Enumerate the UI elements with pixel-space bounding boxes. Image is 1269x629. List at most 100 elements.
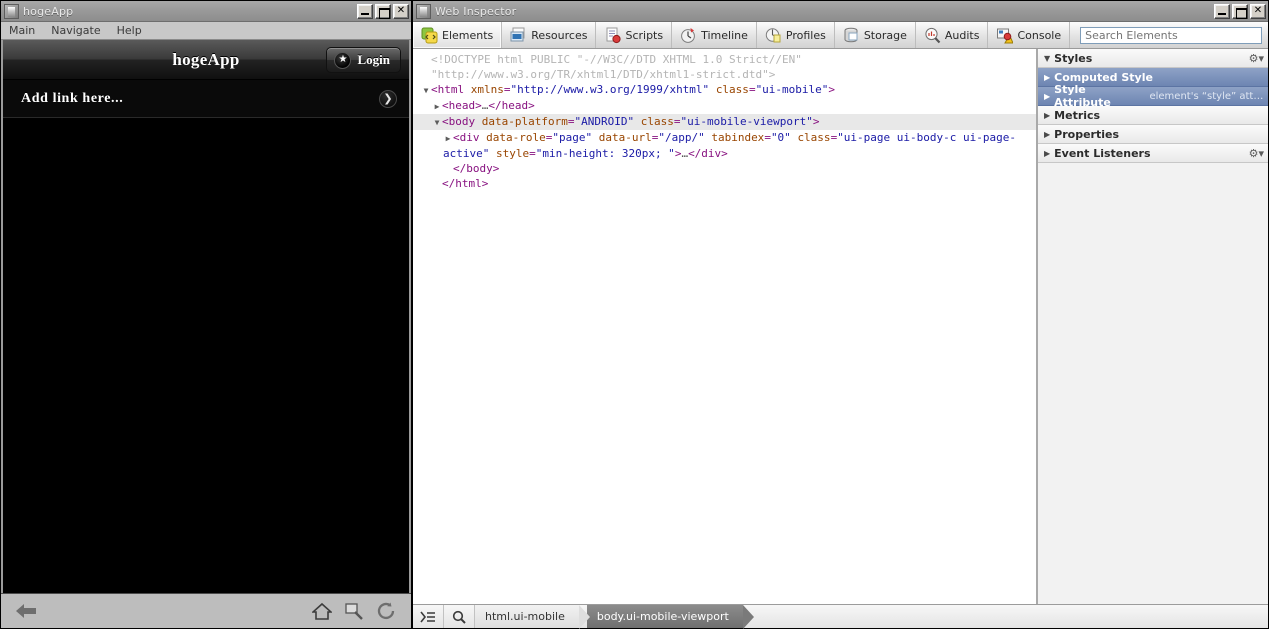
- dom-token: <head>: [442, 99, 482, 112]
- tab-timeline-label: Timeline: [701, 28, 748, 42]
- dom-token: [634, 115, 641, 128]
- tab-audits[interactable]: Audits: [916, 22, 989, 48]
- dom-node-doctype[interactable]: <!DOCTYPE html PUBLIC "-//W3C//DTD XHTML…: [413, 52, 1036, 67]
- dom-token: [592, 131, 599, 144]
- close-button[interactable]: ✕: [393, 3, 409, 19]
- disclosure-triangle-icon[interactable]: ▶: [1044, 130, 1050, 139]
- app-bottom-toolbar: [1, 593, 411, 628]
- disclosure-triangle-icon[interactable]: ▶: [1044, 92, 1050, 101]
- styles-section-label: Styles: [1054, 51, 1093, 65]
- magnifier-icon[interactable]: [341, 598, 367, 624]
- menu-item-help[interactable]: Help: [117, 24, 142, 37]
- styles-sections: ▼ Styles ⚙▾ ▶ Computed Style ▶ Style Attribute…: [1038, 49, 1268, 163]
- tab-scripts[interactable]: Scripts: [596, 22, 673, 48]
- dom-token: "ui-mobile": [755, 83, 829, 96]
- disclosure-triangle-icon[interactable]: ▶: [1044, 149, 1050, 158]
- login-button-label: Login: [357, 52, 390, 67]
- dom-token: "page": [552, 131, 593, 144]
- menu-item-main[interactable]: Main: [9, 24, 35, 37]
- tab-elements[interactable]: Elements: [413, 22, 503, 48]
- tab-timeline[interactable]: Timeline: [672, 22, 757, 48]
- tab-resources-label: Resources: [531, 28, 588, 42]
- styles-section-properties[interactable]: ▶ Properties: [1038, 125, 1268, 144]
- minimize-button[interactable]: [1214, 3, 1230, 19]
- dom-tree[interactable]: <!DOCTYPE html PUBLIC "-//W3C//DTD XHTML…: [413, 49, 1037, 604]
- inspector-panel-tabs: Elements Resources Scripts Timeline Prof: [413, 22, 1268, 49]
- tab-storage[interactable]: Storage: [835, 22, 916, 48]
- dom-token: </html>: [442, 177, 489, 190]
- dock-to-side-icon[interactable]: [413, 605, 444, 628]
- tab-audits-label: Audits: [944, 28, 980, 42]
- profiles-icon: [765, 27, 782, 44]
- disclosure-triangle-icon[interactable]: ▶: [1044, 111, 1050, 120]
- styles-section-styles[interactable]: ▼ Styles ⚙▾: [1038, 49, 1268, 68]
- dom-token: data-role: [486, 131, 546, 144]
- menu-item-navigate[interactable]: Navigate: [51, 24, 100, 37]
- minimize-button[interactable]: [357, 3, 373, 19]
- dom-token: =: [748, 83, 756, 96]
- inspector-window: Web Inspector ✕ Elements Resources Scrip…: [412, 0, 1269, 629]
- tab-profiles-label: Profiles: [785, 28, 826, 42]
- disclosure-triangle-icon[interactable]: ▶: [1044, 73, 1050, 82]
- dom-token: data-platform: [481, 115, 568, 128]
- styles-section-style-attribute[interactable]: ▶ Style Attribute element's “style” attri⋯: [1038, 83, 1268, 109]
- maximize-button[interactable]: [375, 3, 391, 19]
- dom-token: </body>: [453, 162, 500, 175]
- breadcrumb-item[interactable]: body.ui-mobile-viewport: [586, 605, 754, 629]
- timeline-icon: [680, 27, 697, 44]
- tab-console-label: Console: [1017, 28, 1062, 42]
- dom-node-body-close[interactable]: </body>: [413, 161, 1036, 176]
- gear-icon[interactable]: ⚙▾: [1249, 52, 1264, 65]
- login-button[interactable]: ★ Login: [326, 47, 401, 73]
- breadcrumb-item[interactable]: html.ui-mobile: [475, 605, 590, 629]
- maximize-button[interactable]: [1232, 3, 1248, 19]
- dom-token: =: [503, 83, 511, 96]
- back-icon[interactable]: [13, 598, 39, 624]
- disclosure-triangle-icon[interactable]: ▼: [1044, 54, 1050, 63]
- styles-section-metrics[interactable]: ▶ Metrics: [1038, 106, 1268, 125]
- scripts-icon: [604, 27, 622, 44]
- dom-token: [489, 147, 496, 160]
- app-titlebar[interactable]: hogeApp ✕: [1, 1, 411, 22]
- dom-token: <!DOCTYPE html PUBLIC "-//W3C//DTD XHTML…: [431, 53, 802, 66]
- search-input[interactable]: [1080, 26, 1262, 44]
- disclosure-triangle-icon[interactable]: ▶: [432, 99, 442, 114]
- dom-node-head[interactable]: ▶ <head>…</head>: [413, 98, 1036, 114]
- dom-node-html-open[interactable]: ▼ <html xmlns="http://www.w3.org/1999/xht…: [413, 82, 1036, 98]
- dom-token: >: [812, 115, 820, 128]
- styles-section-event-listeners[interactable]: ▶ Event Listeners ⚙▾: [1038, 144, 1268, 163]
- dom-token: "ANDROID": [574, 115, 635, 128]
- tab-profiles[interactable]: Profiles: [757, 22, 835, 48]
- dom-token: class: [640, 115, 674, 128]
- dom-node-div-page[interactable]: ▶ <div data-role="page" data-url="/app/" …: [413, 130, 1036, 161]
- star-icon: ★: [334, 51, 352, 69]
- status-magnifier-icon[interactable]: [444, 605, 475, 628]
- disclosure-triangle-icon[interactable]: ▼: [421, 83, 431, 98]
- tab-resources[interactable]: Resources: [502, 22, 597, 48]
- dom-token: =: [764, 131, 771, 144]
- tab-scripts-label: Scripts: [625, 28, 664, 42]
- dom-node-body-open[interactable]: ▼ <body data-platform="ANDROID" class="ui…: [413, 114, 1036, 130]
- dom-token: class: [715, 83, 749, 96]
- inspector-titlebar[interactable]: Web Inspector ✕: [413, 1, 1268, 22]
- disclosure-triangle-icon[interactable]: ▶: [443, 131, 453, 146]
- dom-token: "http://www.w3.org/1999/xhtml": [510, 83, 710, 96]
- list-item[interactable]: Add link here... ❯: [3, 80, 409, 118]
- home-icon[interactable]: [309, 598, 335, 624]
- close-button[interactable]: ✕: [1250, 3, 1266, 19]
- dom-token: "ui-mobile-viewport": [680, 115, 813, 128]
- app-icon: [4, 3, 19, 19]
- tab-console[interactable]: Console: [988, 22, 1071, 48]
- disclosure-triangle-icon[interactable]: ▼: [432, 115, 442, 130]
- dom-token: "min-height: 320px; ": [535, 147, 675, 160]
- resources-icon: [510, 27, 527, 44]
- app-webview: hogeApp ★ Login Add link here... ❯: [1, 40, 411, 593]
- mobile-page-header: hogeApp ★ Login: [3, 40, 409, 80]
- dom-node-doctype2[interactable]: "http://www.w3.org/TR/xhtml1/DTD/xhtml1-…: [413, 67, 1036, 82]
- gear-icon[interactable]: ⚙▾: [1249, 147, 1264, 160]
- search-elements-wrapper: [1070, 22, 1268, 48]
- refresh-icon[interactable]: [373, 598, 399, 624]
- tab-elements-label: Elements: [442, 28, 494, 42]
- app-menubar: Main Navigate Help: [1, 22, 411, 40]
- dom-node-html-close[interactable]: </html>: [413, 176, 1036, 191]
